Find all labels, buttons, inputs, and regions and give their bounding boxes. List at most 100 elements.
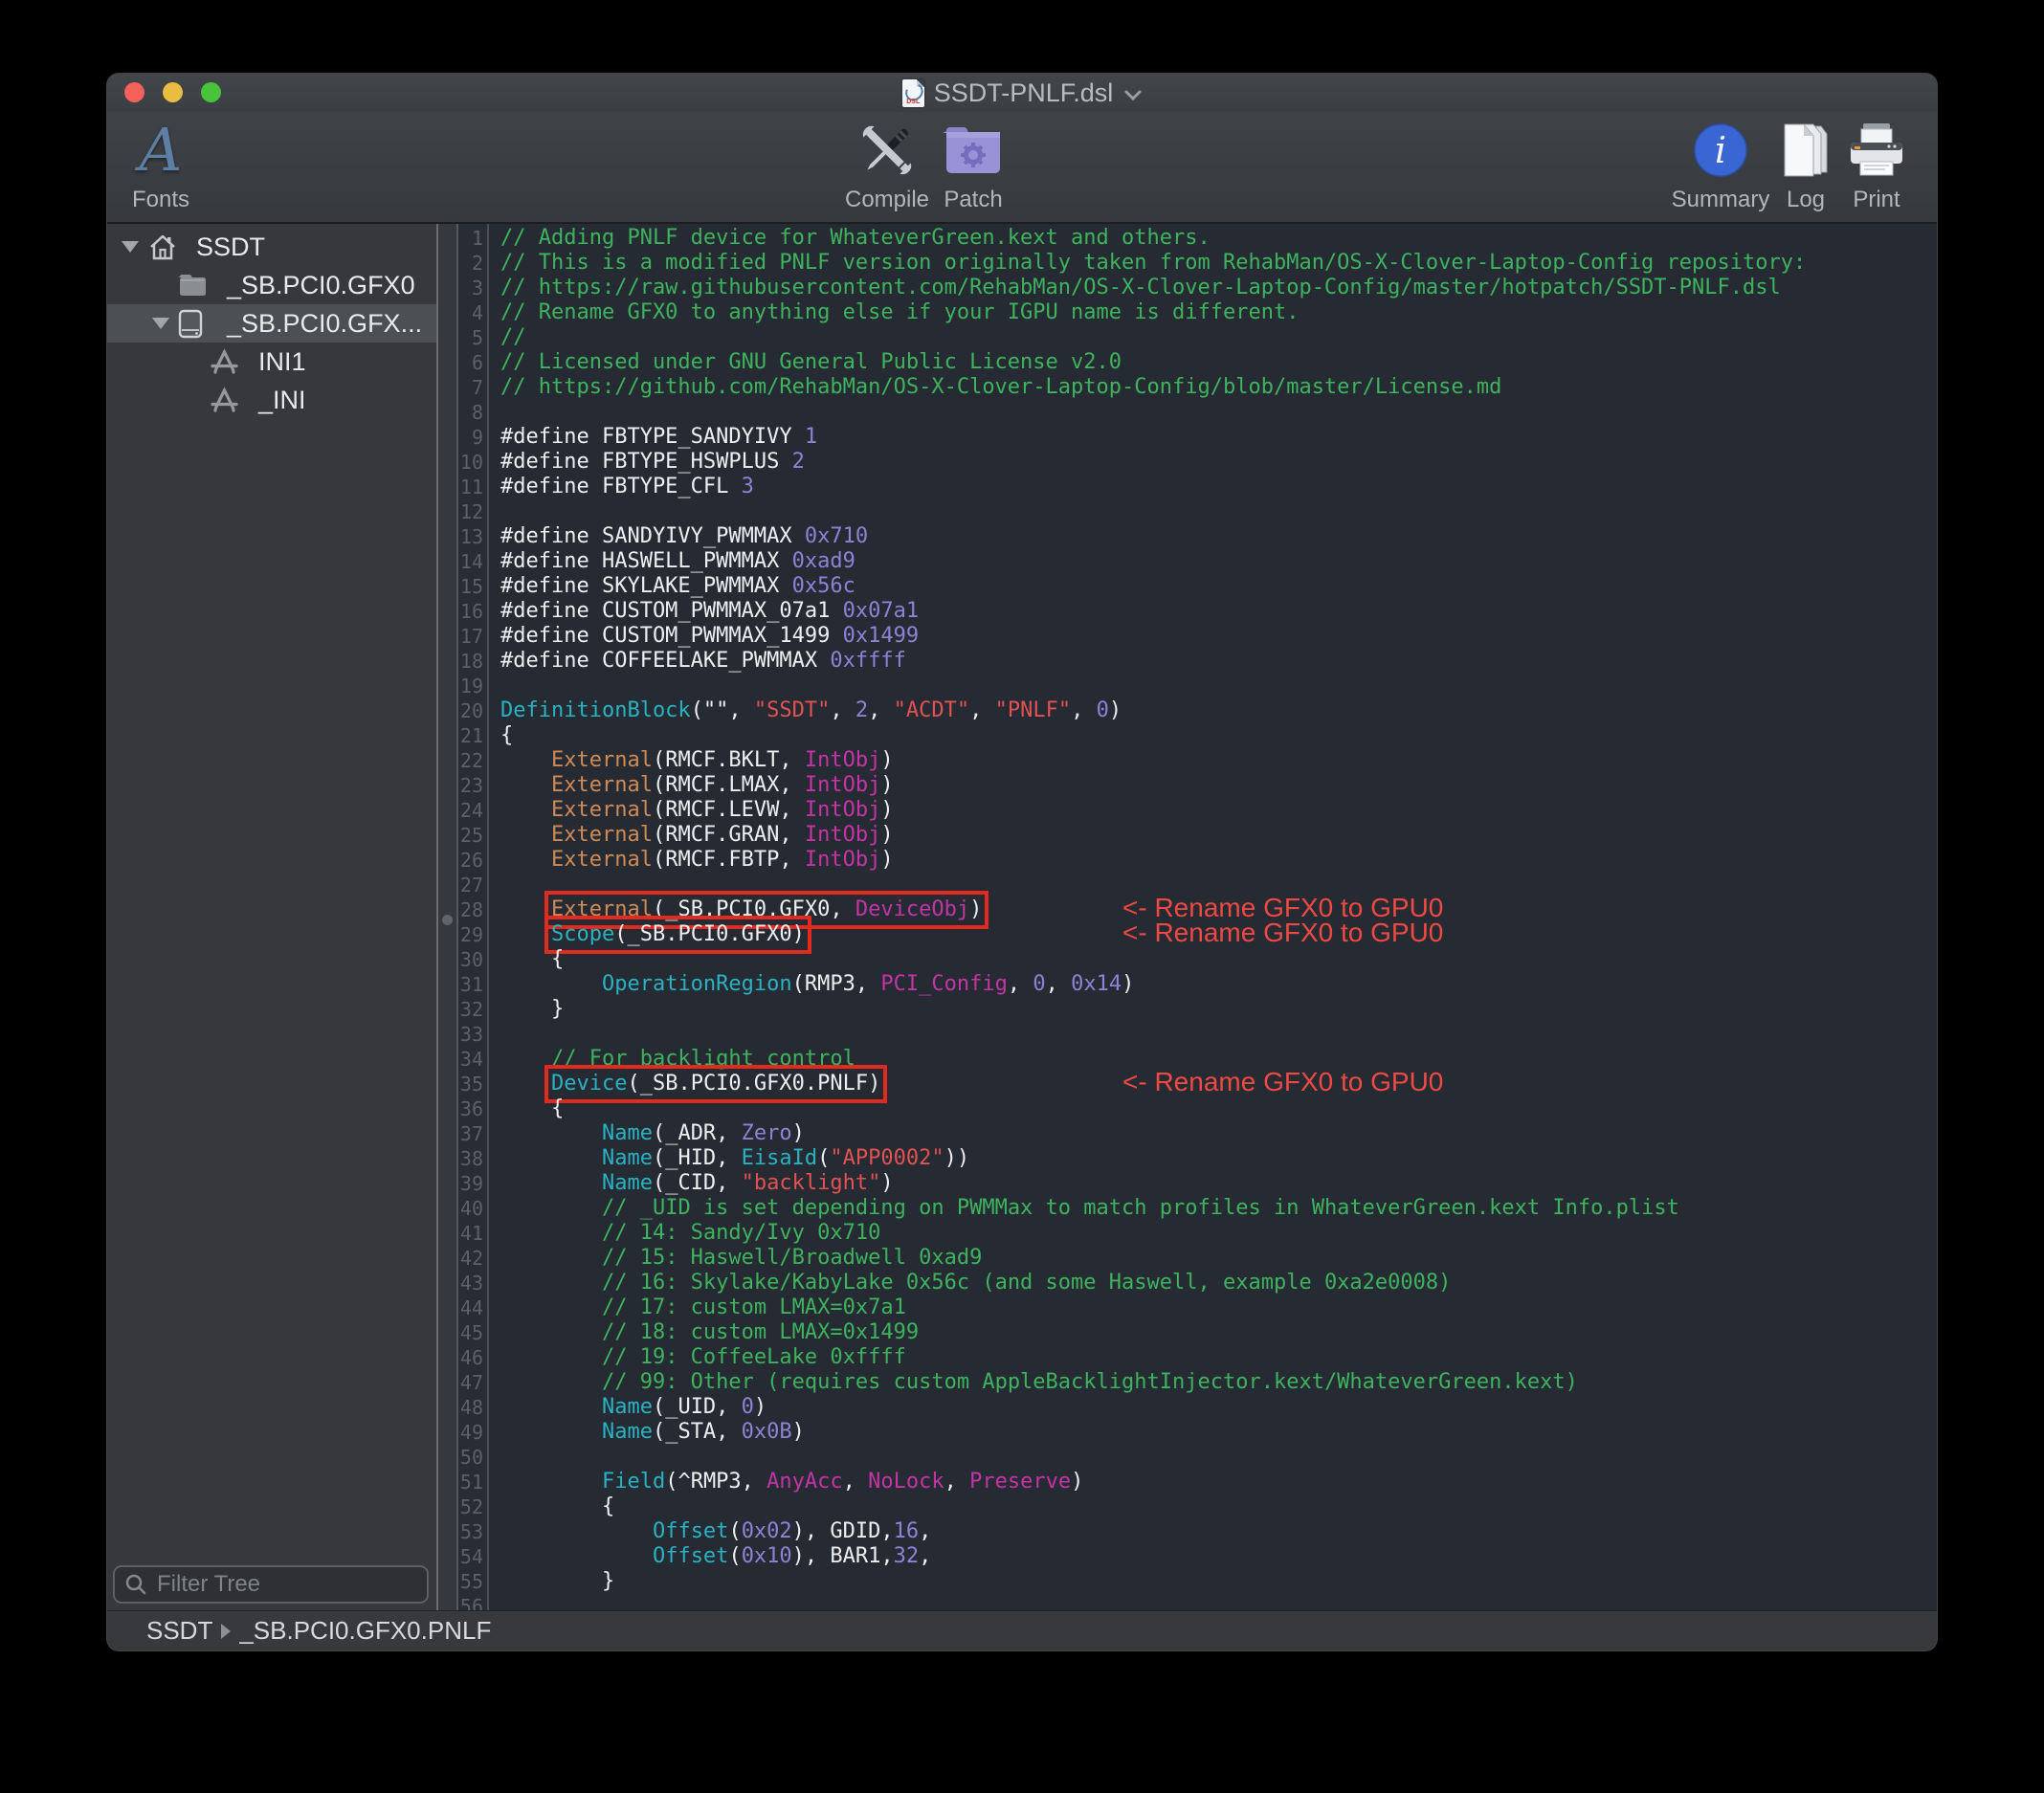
disclosure-triangle-icon[interactable] bbox=[118, 241, 147, 253]
code-editor[interactable]: 1// Adding PNLF device for WhateverGreen… bbox=[438, 224, 1937, 1610]
code-line: 53 Offset(0x02), GDID,16, bbox=[438, 1519, 1937, 1544]
sidebar-item-label: _INI bbox=[258, 386, 306, 415]
code-line: 17#define CUSTOM_PWMMAX_1499 0x1499 bbox=[438, 624, 1937, 649]
code-line: 42 // 15: Haswell/Broadwell 0xad9 bbox=[438, 1246, 1937, 1271]
sidebar-item-label: SSDT bbox=[196, 232, 265, 262]
code-line: 52 { bbox=[438, 1494, 1937, 1519]
sidebar-item-ini[interactable]: _INI bbox=[107, 381, 436, 419]
code-line: 36 { bbox=[438, 1096, 1937, 1121]
filter-tree-input[interactable] bbox=[155, 1570, 438, 1599]
code-line: 10#define FBTYPE_HSWPLUS 2 bbox=[438, 450, 1937, 475]
code-line: 1// Adding PNLF device for WhateverGreen… bbox=[438, 226, 1937, 251]
device-icon bbox=[178, 309, 227, 339]
code-line: 29 Scope(_SB.PCI0.GFX0)<- Rename GFX0 to… bbox=[438, 922, 1937, 947]
code-line: 22 External(RMCF.BKLT, IntObj) bbox=[438, 748, 1937, 773]
line-number: 51 bbox=[438, 1470, 487, 1494]
line-number: 6 bbox=[438, 350, 487, 375]
line-number: 10 bbox=[438, 450, 487, 475]
code-line: 25 External(RMCF.GRAN, IntObj) bbox=[438, 823, 1937, 848]
code-line: 44 // 17: custom LMAX=0x7a1 bbox=[438, 1295, 1937, 1320]
line-number: 44 bbox=[438, 1295, 487, 1320]
patch-button[interactable]: Patch bbox=[897, 116, 1050, 213]
sidebar-item-ini1[interactable]: INI1 bbox=[107, 343, 436, 381]
code-line: 5// bbox=[438, 325, 1937, 350]
code-line: 55 } bbox=[438, 1569, 1937, 1594]
line-number: 9 bbox=[438, 425, 487, 450]
line-number: 43 bbox=[438, 1271, 487, 1295]
minimize-button[interactable] bbox=[163, 82, 183, 102]
line-number: 18 bbox=[438, 649, 487, 674]
patch-icon bbox=[943, 116, 1004, 185]
print-button[interactable]: Print bbox=[1800, 116, 1937, 213]
svg-text:i: i bbox=[1715, 129, 1726, 171]
line-number: 47 bbox=[438, 1370, 487, 1395]
line-number: 48 bbox=[438, 1395, 487, 1420]
sidebar-item-label: _SB.PCI0.GFX0 bbox=[227, 271, 415, 300]
line-number: 25 bbox=[438, 823, 487, 848]
line-number: 21 bbox=[438, 723, 487, 748]
toolbar: A Fonts bbox=[107, 112, 1937, 224]
line-number: 11 bbox=[438, 475, 487, 499]
code-line: 50 bbox=[438, 1445, 1937, 1470]
code-line: 21{ bbox=[438, 723, 1937, 748]
breakpoint-dot[interactable] bbox=[442, 915, 453, 925]
code-line: 23 External(RMCF.LMAX, IntObj) bbox=[438, 773, 1937, 798]
code-line: 46 // 19: CoffeeLake 0xffff bbox=[438, 1345, 1937, 1370]
line-number: 49 bbox=[438, 1420, 487, 1445]
code-line: 37 Name(_ADR, Zero) bbox=[438, 1121, 1937, 1146]
sidebar-item-sbpci0gfx[interactable]: _SB.PCI0.GFX... bbox=[107, 304, 436, 343]
code-line: 6// Licensed under GNU General Public Li… bbox=[438, 350, 1937, 375]
fonts-button[interactable]: A Fonts bbox=[107, 116, 237, 213]
line-number: 8 bbox=[438, 400, 487, 425]
line-number: 15 bbox=[438, 574, 487, 599]
rename-highlight-box: Device(_SB.PCI0.GFX0.PNLF) bbox=[551, 1072, 880, 1096]
filter-tree-box[interactable] bbox=[113, 1565, 429, 1604]
sidebar-item-sbpci0gfx0[interactable]: _SB.PCI0.GFX0 bbox=[107, 266, 436, 304]
print-icon bbox=[1847, 116, 1906, 185]
code-line: 38 Name(_HID, EisaId("APP0002")) bbox=[438, 1146, 1937, 1171]
sidebar-item-ssdt[interactable]: SSDT bbox=[107, 228, 436, 266]
code-line: 30 { bbox=[438, 947, 1937, 972]
code-line: 7// https://github.com/RehabMan/OS-X-Clo… bbox=[438, 375, 1937, 400]
title-bar[interactable]: DSL SSDT-PNLF.dsl bbox=[107, 74, 1937, 112]
sidebar-item-label: _SB.PCI0.GFX... bbox=[227, 309, 422, 339]
code-line: 3// https://raw.githubusercontent.com/Re… bbox=[438, 276, 1937, 300]
code-line: 2// This is a modified PNLF version orig… bbox=[438, 251, 1937, 276]
disclosure-triangle-icon[interactable] bbox=[148, 318, 178, 329]
line-number: 39 bbox=[438, 1171, 487, 1196]
code-line: 41 // 14: Sandy/Ivy 0x710 bbox=[438, 1221, 1937, 1246]
method-icon bbox=[210, 387, 239, 413]
method-icon bbox=[210, 348, 258, 375]
line-number: 32 bbox=[438, 997, 487, 1022]
line-number: 40 bbox=[438, 1196, 487, 1221]
code-line: 9#define FBTYPE_SANDYIVY 1 bbox=[438, 425, 1937, 450]
rename-annotation: <- Rename GFX0 to GPU0 bbox=[1122, 1070, 1443, 1095]
line-number: 31 bbox=[438, 972, 487, 997]
line-number: 33 bbox=[438, 1022, 487, 1047]
fonts-icon: A bbox=[140, 116, 183, 185]
code-line: 31 OperationRegion(RMP3, PCI_Config, 0, … bbox=[438, 972, 1937, 997]
window-title: SSDT-PNLF.dsl bbox=[934, 78, 1114, 108]
home-icon bbox=[147, 232, 178, 262]
code-line: 54 Offset(0x10), BAR1,32, bbox=[438, 1544, 1937, 1569]
device-icon bbox=[178, 309, 203, 339]
line-number: 38 bbox=[438, 1146, 487, 1171]
line-number: 22 bbox=[438, 748, 487, 773]
sidebar-tree: SSDT _SB.PCI0.GFX0 _SB.PCI0.GFX... INI1 _INI bbox=[107, 224, 438, 1610]
code-line: 13#define SANDYIVY_PWMMAX 0x710 bbox=[438, 524, 1937, 549]
chevron-down-icon[interactable] bbox=[1124, 89, 1142, 100]
zoom-button[interactable] bbox=[201, 82, 221, 102]
line-number: 5 bbox=[438, 325, 487, 350]
code-line: 32 } bbox=[438, 997, 1937, 1022]
line-number: 19 bbox=[438, 674, 487, 698]
close-button[interactable] bbox=[124, 82, 144, 102]
search-icon bbox=[124, 1573, 147, 1596]
line-number: 52 bbox=[438, 1494, 487, 1519]
breadcrumb-path[interactable]: _SB.PCI0.GFX0.PNLF bbox=[239, 1616, 491, 1646]
code-line: 12 bbox=[438, 499, 1937, 524]
breadcrumb-root[interactable]: SSDT bbox=[146, 1616, 212, 1646]
line-number: 20 bbox=[438, 698, 487, 723]
line-number: 12 bbox=[438, 499, 487, 524]
sidebar-item-label: INI1 bbox=[258, 347, 306, 377]
code-line: 18#define COFFEELAKE_PWMMAX 0xffff bbox=[438, 649, 1937, 674]
